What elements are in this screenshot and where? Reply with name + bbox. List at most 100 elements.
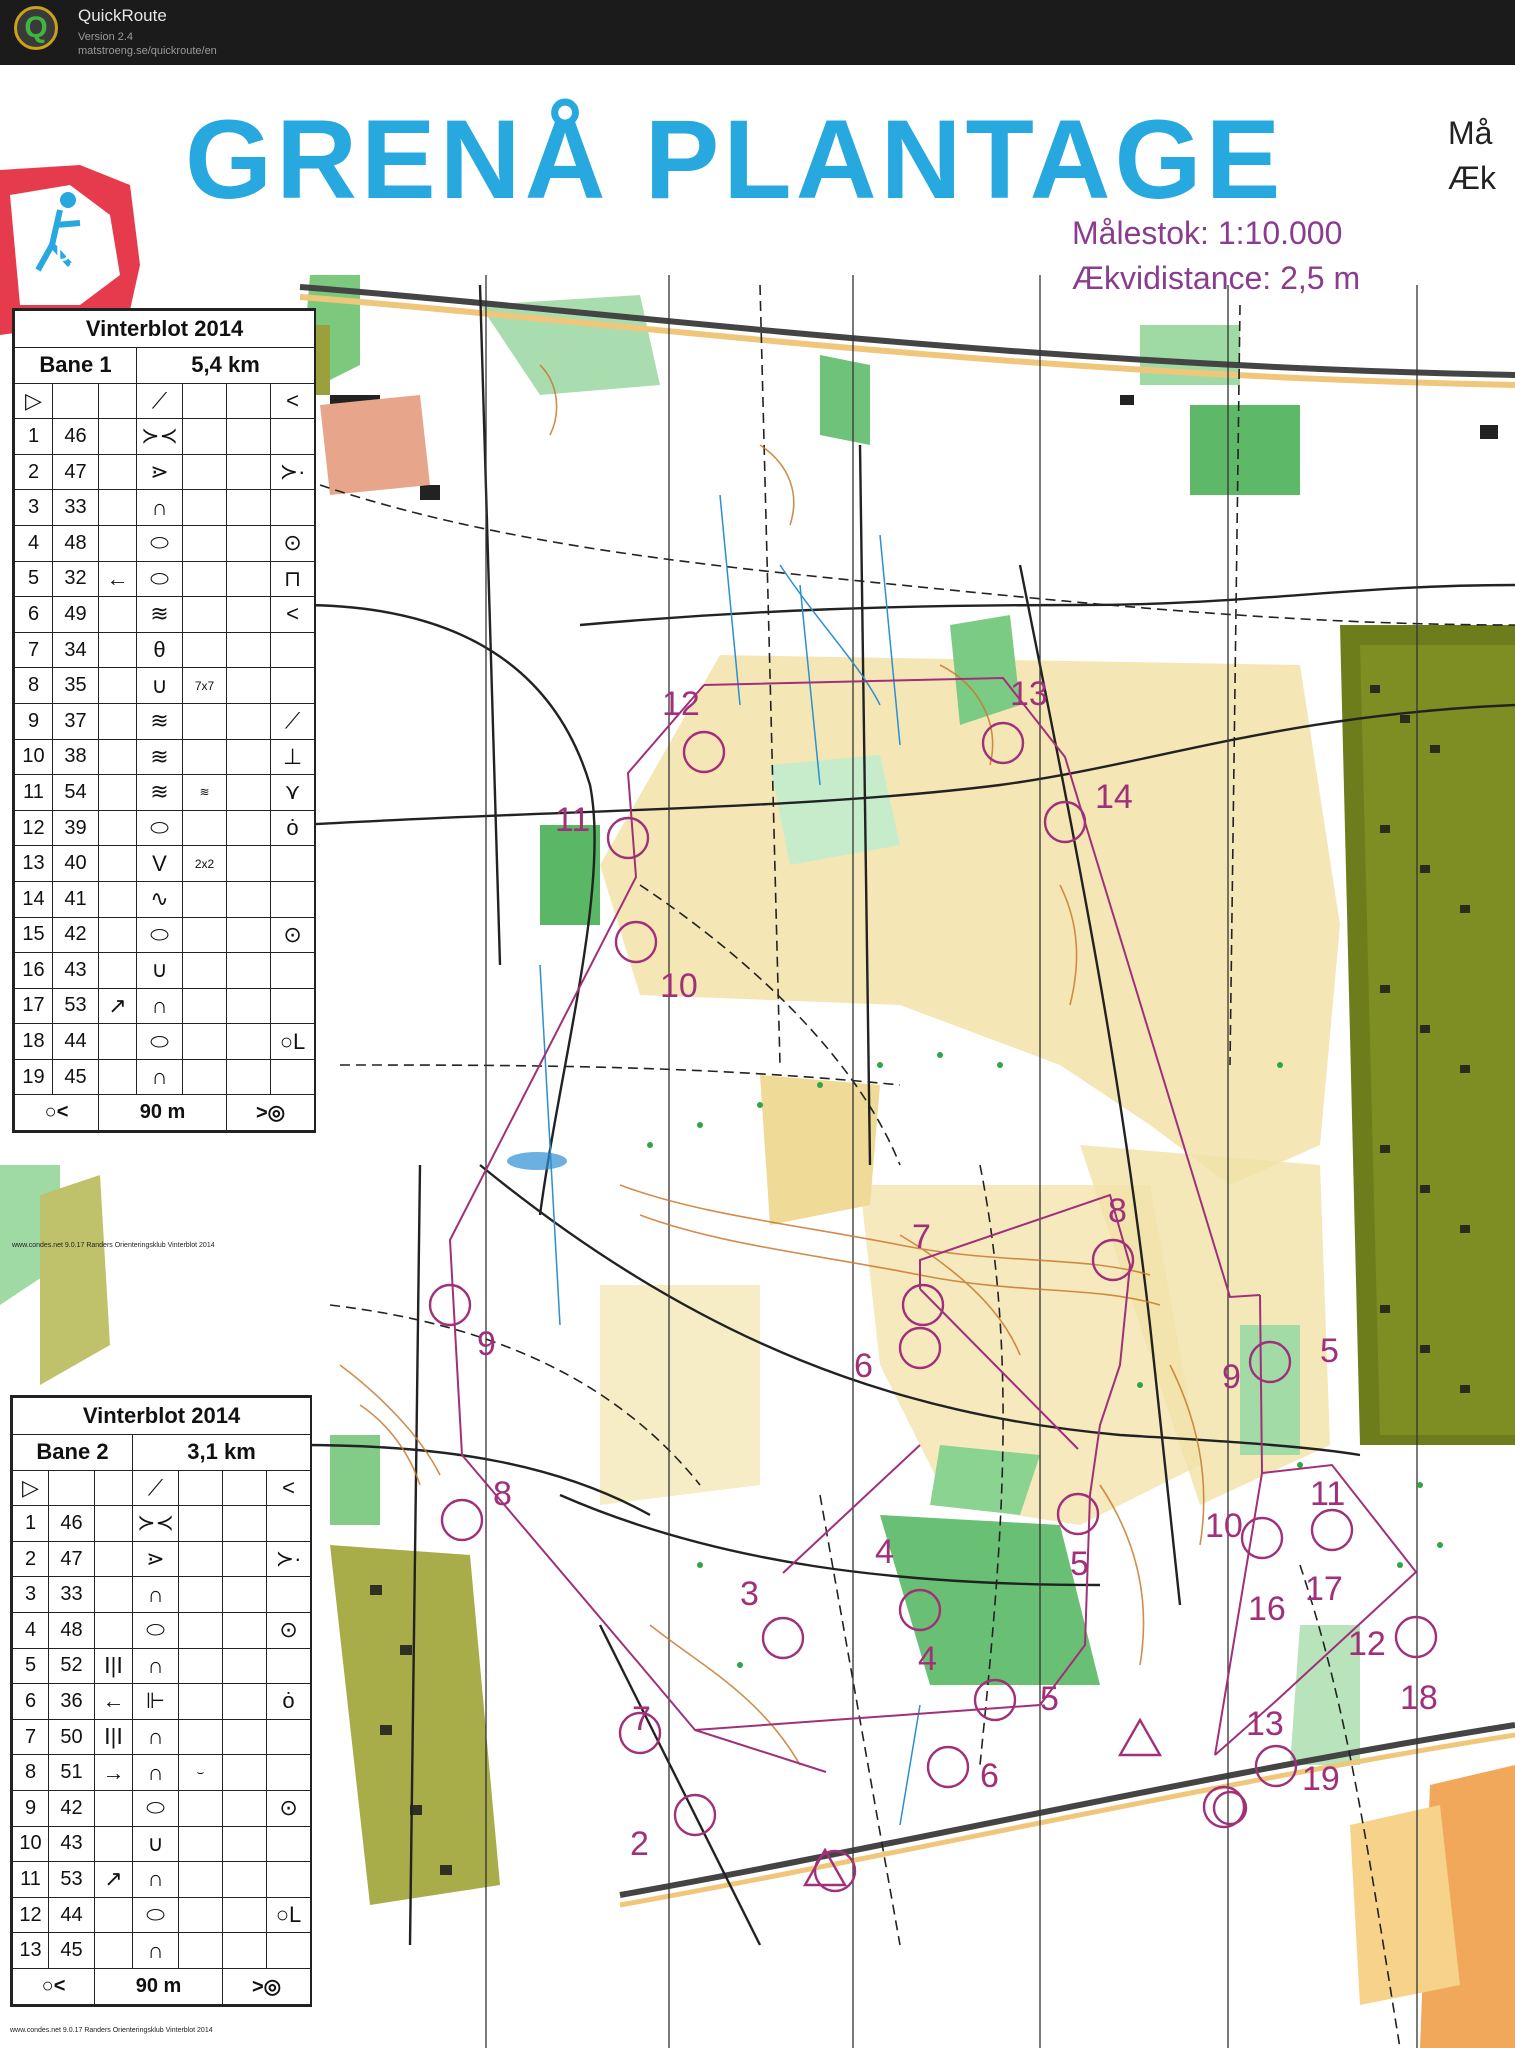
control-code: 48 [52,524,99,562]
which-feature [94,1789,133,1827]
control-code: 42 [48,1789,95,1827]
which-feature [98,524,137,562]
feature-symbol: ∪ [136,952,183,989]
feature-dimension: ⌣ [178,1754,223,1791]
control-code: 39 [52,809,99,847]
feature-dimension: 7x7 [182,667,227,704]
feature-dimension [182,631,227,669]
control-code: 35 [52,667,99,704]
feature-dimension [182,453,227,491]
which-feature [98,453,137,491]
bend-icon: < [265,1469,312,1507]
control-sequence-number: 19 [14,1058,53,1096]
map-title: GRENÅ PLANTAGE [185,97,1285,222]
card2-event-title: Vinterblot 2014 [11,1397,312,1435]
which-feature: Ⅰ|Ⅰ [94,1718,133,1756]
description-row: 7 34 θ [14,631,316,669]
club-logo-text: Djurs [56,244,108,266]
feature-dimension [182,524,227,562]
description-row: 3 33 ∩ [12,1576,312,1613]
feature-appearance [226,738,271,776]
feature-dimension [178,1861,223,1898]
control-location: ȯ [265,1683,312,1720]
feature-dimension [182,1023,227,1060]
feature-appearance [226,453,271,491]
card1-credit: www.condes.net 9.0.17 Randers Orienterin… [12,1242,215,1249]
control-location: ⟋ [269,702,316,740]
which-feature [98,880,137,918]
feature-dimension [182,809,227,847]
description-row: 8 51 → ∩ ⌣ [12,1754,312,1791]
map-viewer[interactable]: 12 13 14 11 10 9 7 8 6 9 5 8 5 4 3 4 5 6… [0,65,1515,2048]
feature-symbol: ≻≺ [136,418,183,455]
feature-symbol: ≋ [136,596,183,633]
feature-appearance [222,1540,267,1578]
control-location [269,952,316,989]
control-location: < [269,596,316,633]
feature-dimension: 2x2 [182,845,227,882]
description-row: 19 45 ∩ [14,1058,316,1096]
control-location: ȯ [269,809,316,847]
control-location: ⊙ [269,916,316,954]
description-row: 8 35 ∪ 7x7 [14,667,316,704]
control-sequence-number: 17 [14,987,53,1025]
control-code: 43 [52,952,99,989]
feature-appearance [226,774,271,811]
app-version: Version 2.4 [78,31,134,43]
control-sequence-number: 6 [12,1683,49,1720]
card1-table: Vinterblot 2014 Bane 1 5,4 km ▷ ⟋ < 1 46 ≻… [13,310,316,1132]
feature-appearance [226,845,271,882]
description-row: 11 53 ↗ ∩ [12,1861,312,1898]
which-feature: ↗ [94,1861,133,1898]
feature-dimension [182,560,227,598]
feature-symbol: ∿ [136,880,183,918]
control-sequence-number: 5 [12,1647,49,1685]
description-row: 14 41 ∿ [14,880,316,918]
control-location [265,1861,312,1898]
which-feature [98,1023,137,1060]
card1-event-title: Vinterblot 2014 [13,310,316,348]
which-feature [94,1896,133,1934]
which-feature [98,916,137,954]
map-cut-header-1: Må [1448,115,1493,151]
app-url[interactable]: matstroeng.se/quickroute/en [78,45,217,57]
control-location [265,1825,312,1863]
control-code: 43 [48,1825,95,1863]
feature-symbol: ⬭ [136,1023,183,1060]
control-location: ≻· [269,453,316,491]
feature-appearance [226,809,271,847]
feature-dimension: ≋ [182,774,227,811]
control-code: 46 [48,1505,95,1542]
control-code: 49 [52,596,99,633]
control-number: 13 [1246,1705,1284,1743]
control-code: 36 [48,1683,95,1720]
control-location [269,987,316,1025]
card2-course-length: 3,1 km [131,1434,312,1471]
control-sequence-number: 10 [12,1825,49,1863]
feature-dimension [182,916,227,954]
which-feature: ↗ [98,987,137,1025]
feature-appearance [222,1683,267,1720]
control-number: 14 [1095,778,1133,816]
which-feature: ← [94,1683,133,1720]
control-sequence-number: 7 [12,1718,49,1756]
control-location: ⊙ [265,1611,312,1649]
card2-course-name: Bane 2 [12,1434,133,1471]
description-row: 1 46 ≻≺ [12,1505,312,1542]
feature-appearance [222,1576,267,1613]
control-number: 16 [1248,1590,1286,1628]
control-code: 53 [48,1861,95,1898]
control-sequence-number: 5 [14,560,53,598]
description-row: 13 45 ∩ [12,1932,312,1969]
control-number: 10 [660,967,698,1005]
control-code: 45 [48,1932,95,1969]
feature-appearance [222,1861,267,1898]
which-feature [94,1505,133,1542]
control-sequence-number: 14 [14,880,53,918]
description-row: 12 44 ⬭ ○L [12,1896,312,1934]
feature-appearance [222,1754,267,1791]
which-feature [94,1611,133,1649]
feature-appearance [226,667,271,704]
control-number: 8 [493,1475,512,1513]
description-row: 5 32 ← ⬭ ⊓ [14,560,316,598]
